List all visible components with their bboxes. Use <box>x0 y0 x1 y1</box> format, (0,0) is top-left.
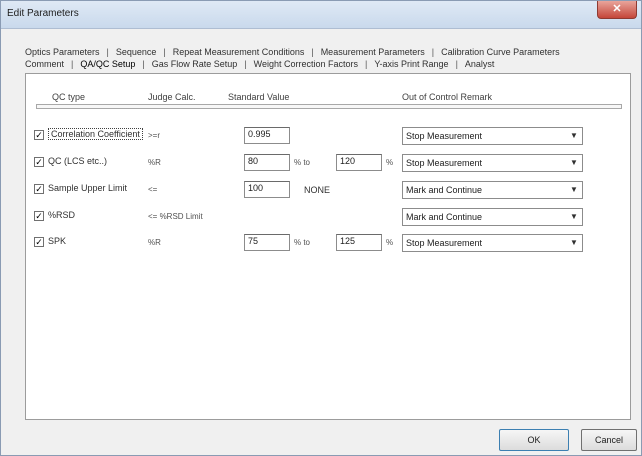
cancel-button[interactable]: Cancel <box>581 429 637 451</box>
tab-qa-qc-setup[interactable]: QA/QC Setup <box>80 59 135 69</box>
tab-separator: | <box>244 59 247 69</box>
column-header-judge-calc: Judge Calc. <box>148 92 196 102</box>
tab-separator: | <box>311 47 314 57</box>
tab-separator: | <box>142 59 145 69</box>
edit-parameters-dialog: Edit Parameters ✕ Optics Parameters | Sequ… <box>0 0 642 456</box>
column-header-qc-type: QC type <box>52 92 86 102</box>
unit-label: % <box>386 158 394 167</box>
tab-y-axis-print-range[interactable]: Y-axis Print Range <box>374 59 448 69</box>
qc-type-label: Sample Upper Limit <box>48 183 128 193</box>
chevron-down-icon: ▼ <box>570 131 578 140</box>
qc-row-spk: ✓ SPK %R 75 % to 125 % Stop Measurement … <box>26 234 632 254</box>
judge-calc-value: %R <box>148 158 161 167</box>
close-icon: ✕ <box>612 3 622 15</box>
selected-action: Mark and Continue <box>406 212 483 222</box>
selected-action: Stop Measurement <box>406 131 483 141</box>
tab-gas-flow-rate-setup[interactable]: Gas Flow Rate Setup <box>152 59 238 69</box>
spk-checkbox[interactable]: ✓ <box>34 237 44 247</box>
tab-separator: | <box>106 47 109 57</box>
selected-action: Stop Measurement <box>406 238 483 248</box>
tab-weight-correction-factors[interactable]: Weight Correction Factors <box>254 59 358 69</box>
qc-row-qc-lcs: ✓ QC (LCS etc..) %R 80 % to 120 % Stop M… <box>26 154 632 174</box>
lower-limit-input[interactable]: 80 <box>244 154 290 171</box>
tab-repeat-measurement-conditions[interactable]: Repeat Measurement Conditions <box>173 47 305 57</box>
qc-type-label: QC (LCS etc..) <box>48 156 108 166</box>
sample-upper-limit-checkbox[interactable]: ✓ <box>34 184 44 194</box>
unit-label: % <box>386 238 394 247</box>
judge-calc-value: <= <box>148 185 158 194</box>
out-of-control-select[interactable]: Stop Measurement ▼ <box>402 234 583 252</box>
judge-calc-value: %R <box>148 238 161 247</box>
chevron-down-icon: ▼ <box>570 212 578 221</box>
qc-type-label: %RSD <box>48 210 76 220</box>
lower-limit-input[interactable]: 75 <box>244 234 290 251</box>
out-of-control-select[interactable]: Stop Measurement ▼ <box>402 127 583 145</box>
qc-row-sample-upper-limit: ✓ Sample Upper Limit <= 100 NONE Mark an… <box>26 181 632 201</box>
tab-separator: | <box>455 59 458 69</box>
chevron-down-icon: ▼ <box>570 238 578 247</box>
upper-limit-input[interactable]: 120 <box>336 154 382 171</box>
tab-row-2: Comment | QA/QC Setup | Gas Flow Rate Setup |… <box>25 59 494 73</box>
selected-action: Stop Measurement <box>406 158 483 168</box>
tab-measurement-parameters[interactable]: Measurement Parameters <box>321 47 425 57</box>
out-of-control-select[interactable]: Mark and Continue ▼ <box>402 181 583 199</box>
judge-calc-value: >=r <box>148 131 161 140</box>
none-label: NONE <box>304 185 331 195</box>
tab-calibration-curve-parameters[interactable]: Calibration Curve Parameters <box>441 47 560 57</box>
qc-row-rsd: ✓ %RSD <= %RSD Limit Mark and Continue ▼ <box>26 208 632 228</box>
qc-row-correlation-coefficient: ✓ Correlation Coefficient >=r 0.995 Stop… <box>26 127 632 147</box>
upper-limit-input[interactable]: 125 <box>336 234 382 251</box>
unit-label: % to <box>294 158 311 167</box>
dialog-title: Edit Parameters <box>7 8 79 19</box>
chevron-down-icon: ▼ <box>570 158 578 167</box>
qc-lcs-checkbox[interactable]: ✓ <box>34 157 44 167</box>
tab-separator: | <box>163 47 166 57</box>
header-divider <box>36 104 622 109</box>
qa-qc-setup-panel: QC type Judge Calc. Standard Value Out o… <box>25 73 631 420</box>
judge-calc-value: <= %RSD Limit <box>148 212 203 221</box>
column-header-out-of-control-remark: Out of Control Remark <box>402 92 493 102</box>
rsd-checkbox[interactable]: ✓ <box>34 211 44 221</box>
chevron-down-icon: ▼ <box>570 185 578 194</box>
standard-value-input[interactable]: 100 <box>244 181 290 198</box>
column-header-standard-value: Standard Value <box>228 92 290 102</box>
unit-label: % to <box>294 238 311 247</box>
tab-optics-parameters[interactable]: Optics Parameters <box>25 47 100 57</box>
ok-button[interactable]: OK <box>499 429 569 451</box>
tab-separator: | <box>71 59 74 69</box>
qc-type-label: Correlation Coefficient <box>48 128 143 140</box>
selected-action: Mark and Continue <box>406 185 483 195</box>
title-bar: Edit Parameters ✕ <box>1 1 641 29</box>
out-of-control-select[interactable]: Stop Measurement ▼ <box>402 154 583 172</box>
tab-separator: | <box>365 59 368 69</box>
tab-comment[interactable]: Comment <box>25 59 64 69</box>
standard-value-input[interactable]: 0.995 <box>244 127 290 144</box>
qc-type-label: SPK <box>48 236 67 246</box>
tab-separator: | <box>431 47 435 57</box>
correlation-coefficient-checkbox[interactable]: ✓ <box>34 130 44 140</box>
tab-sequence[interactable]: Sequence <box>116 47 157 57</box>
out-of-control-select[interactable]: Mark and Continue ▼ <box>402 208 583 226</box>
tab-analyst[interactable]: Analyst <box>465 59 495 69</box>
close-button[interactable]: ✕ <box>597 1 637 19</box>
